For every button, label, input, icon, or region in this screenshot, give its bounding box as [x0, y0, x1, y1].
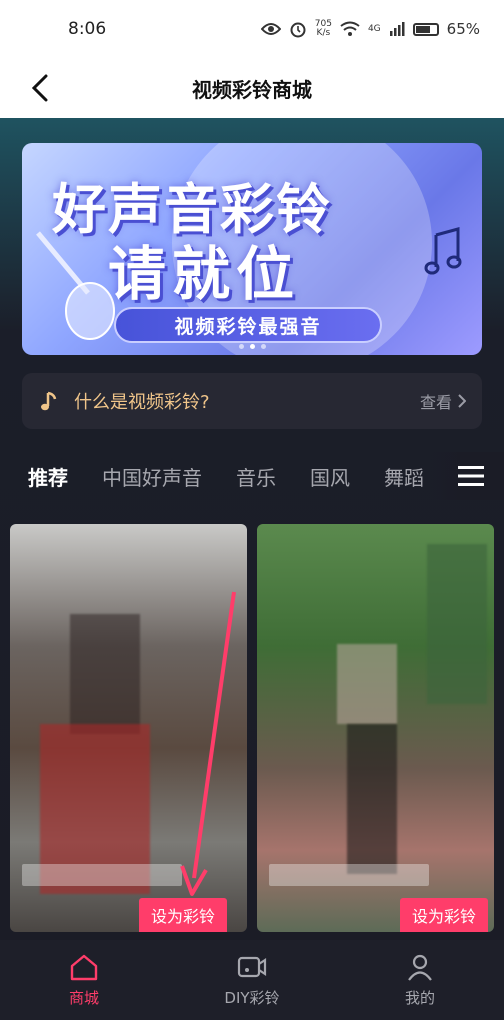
tab-voice-of-china[interactable]: 中国好声音 [102, 462, 202, 491]
set-ringtone-button[interactable]: 设为彩铃 [399, 898, 488, 932]
banner-title-line2: 请就位 [108, 240, 301, 308]
video-subtitle [22, 864, 182, 886]
video-card[interactable]: 设为彩铃 [257, 524, 494, 932]
status-time: 8:06 [68, 19, 107, 39]
back-button[interactable] [22, 70, 58, 106]
tab-recommend[interactable]: 推荐 [28, 462, 68, 491]
music-note-icon [41, 391, 57, 411]
battery-icon [412, 22, 439, 36]
video-subtitle [269, 864, 429, 886]
signal-icon [389, 22, 405, 36]
what-is-video-ringtone-bar[interactable]: 什么是视频彩铃? 查看 [22, 373, 482, 429]
chevron-right-icon [458, 394, 466, 408]
alarm-icon [290, 22, 306, 38]
video-camera-icon [237, 956, 267, 977]
speed-unit: K/s [316, 28, 331, 38]
banner-pill: 视频彩铃最强音 [114, 307, 382, 343]
promo-banner[interactable]: 好声音彩铃 请就位 视频彩铃最强音 [22, 143, 482, 355]
menu-icon[interactable] [458, 464, 484, 488]
video-card[interactable]: 设为彩铃 [10, 524, 247, 932]
nav-mine[interactable]: 我的 [336, 940, 504, 1020]
pagination-dot [238, 344, 244, 349]
user-icon [408, 954, 432, 981]
app-header: 视频彩铃商城 [0, 58, 504, 118]
wifi-icon [340, 21, 360, 36]
tab-dance[interactable]: 舞蹈 [384, 462, 424, 491]
bottom-nav: 商城 DIY彩铃 我的 [0, 940, 504, 1020]
video-thumbnail-blur [347, 724, 397, 874]
nav-diy[interactable]: DIY彩铃 [168, 940, 336, 1020]
video-thumbnail-blur [337, 644, 397, 724]
chevron-left-icon [31, 74, 48, 102]
network-speed: 705 K/s [315, 20, 332, 38]
status-icons: 705 K/s 4G 65% [260, 20, 480, 38]
set-ringtone-button[interactable]: 设为彩铃 [138, 898, 227, 932]
nav-mall-label: 商城 [68, 988, 99, 1007]
banner-pagination [22, 344, 482, 349]
tab-guofeng[interactable]: 国风 [310, 462, 350, 491]
info-text: 什么是视频彩铃? [74, 392, 210, 413]
eye-icon [260, 23, 281, 35]
pagination-dot [249, 344, 255, 349]
view-link[interactable]: 查看 [420, 389, 466, 413]
status-bar: 8:06 705 K/s 4G 65% [0, 0, 504, 58]
video-thumbnail-blur [70, 614, 140, 734]
nav-mall[interactable]: 商城 [0, 940, 168, 1020]
nav-diy-label: DIY彩铃 [224, 988, 280, 1007]
home-icon [70, 954, 98, 980]
tab-music[interactable]: 音乐 [236, 462, 276, 491]
network-type: 4G [367, 24, 381, 34]
video-thumbnail-blur [427, 544, 487, 704]
nav-mine-label: 我的 [404, 988, 435, 1007]
music-note-icon [424, 227, 462, 275]
battery-percent: 65% [446, 20, 480, 38]
pagination-dot [260, 344, 266, 349]
page-title: 视频彩铃商城 [192, 77, 312, 102]
video-grid: 设为彩铃 设为彩铃 [10, 524, 494, 932]
category-tabs: 推荐 中国好声音 音乐 国风 舞蹈 [0, 452, 504, 500]
view-link-label: 查看 [419, 393, 452, 412]
